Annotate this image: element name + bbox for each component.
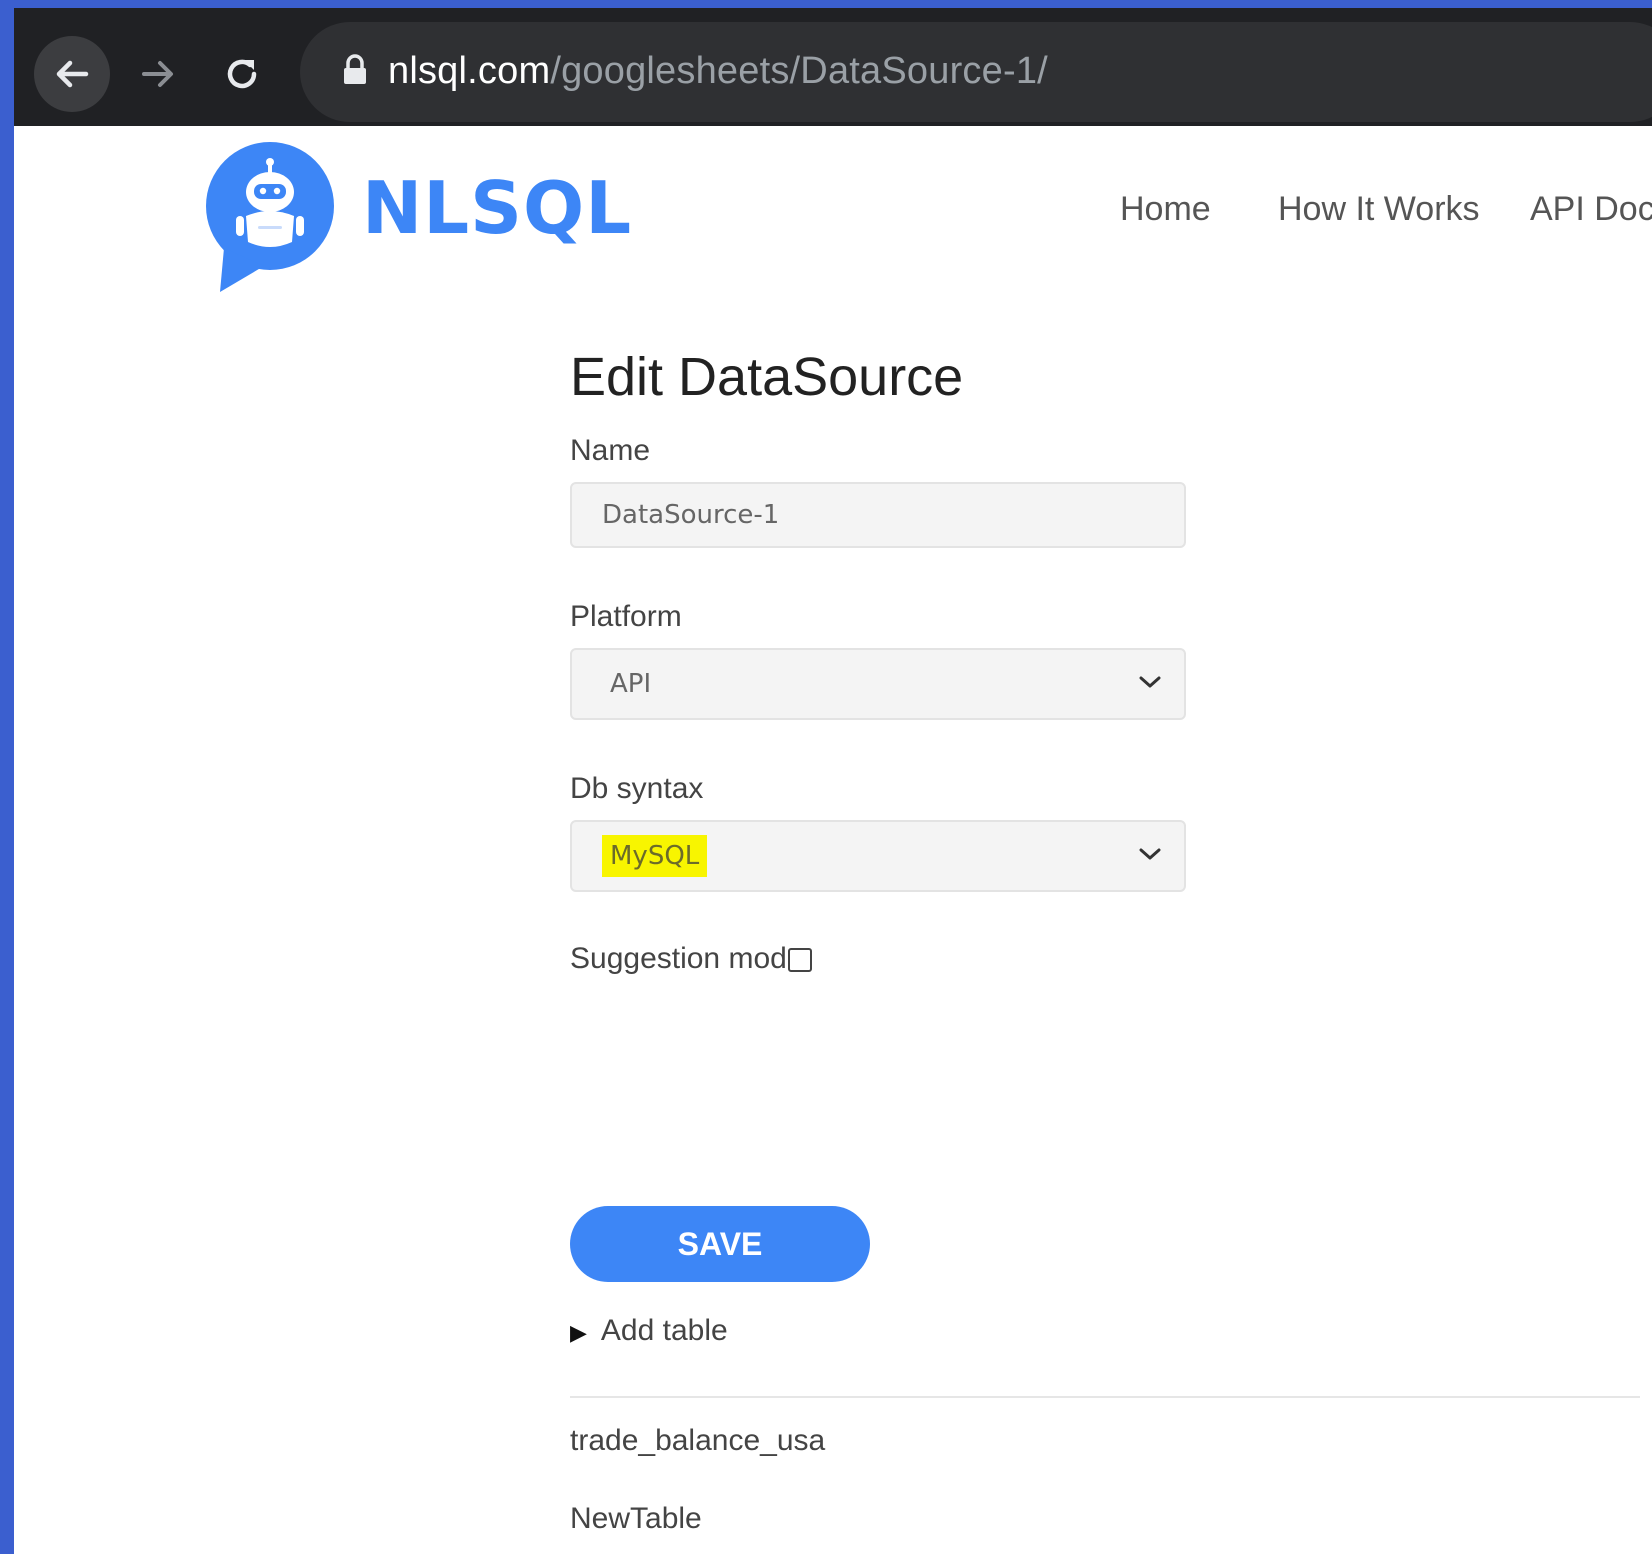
url-path: /googlesheets/DataSource-1/ bbox=[550, 50, 1048, 92]
reload-button[interactable] bbox=[204, 36, 280, 112]
url-host: nlsql.com bbox=[388, 50, 551, 92]
reload-icon bbox=[227, 59, 257, 89]
back-button[interactable] bbox=[34, 36, 110, 112]
chevron-down-icon bbox=[1139, 676, 1161, 688]
window-frame bbox=[0, 0, 1652, 8]
table-item-trade-balance-usa[interactable]: trade_balance_usa bbox=[570, 1424, 825, 1458]
db-syntax-select[interactable]: MySQL bbox=[570, 820, 1186, 892]
chevron-down-icon bbox=[1139, 848, 1161, 860]
name-label: Name bbox=[570, 434, 651, 467]
triangle-right-icon: ▶ bbox=[570, 1320, 587, 1345]
db-syntax-label: Db syntax bbox=[570, 772, 704, 805]
db-syntax-selected-value: MySQL bbox=[602, 835, 708, 877]
lock-icon bbox=[344, 54, 366, 84]
nav-how-it-works-link[interactable]: How It Works bbox=[1278, 190, 1480, 229]
divider bbox=[570, 1396, 1640, 1398]
platform-label: Platform bbox=[570, 600, 682, 633]
nav-home-link[interactable]: Home bbox=[1120, 190, 1211, 229]
browser-toolbar: nlsql.com/googlesheets/DataSource-1/ bbox=[14, 8, 1652, 126]
add-table-toggle[interactable]: ▶ Add table bbox=[570, 1314, 728, 1348]
page-content: NLSQL Home How It Works API Docu Edit Da… bbox=[14, 126, 1652, 1554]
name-input[interactable] bbox=[570, 482, 1186, 548]
add-table-label: Add table bbox=[600, 1314, 728, 1347]
page-title: Edit DataSource bbox=[570, 347, 964, 407]
suggestion-mode-checkbox[interactable] bbox=[788, 948, 812, 972]
url-text: nlsql.com/googlesheets/DataSource-1/ bbox=[388, 50, 1048, 93]
arrow-left-icon bbox=[56, 60, 89, 88]
table-item-newtable[interactable]: NewTable bbox=[570, 1502, 702, 1536]
suggestion-mode-label: Suggestion mode bbox=[570, 942, 804, 975]
forward-button[interactable] bbox=[120, 36, 196, 112]
nav-api-docs-link[interactable]: API Docu bbox=[1530, 190, 1652, 229]
address-bar[interactable]: nlsql.com/googlesheets/DataSource-1/ bbox=[300, 22, 1652, 122]
arrow-right-icon bbox=[142, 61, 173, 87]
brand-name[interactable]: NLSQL bbox=[362, 166, 632, 250]
save-button[interactable]: SAVE bbox=[570, 1206, 870, 1282]
platform-selected-value: API bbox=[610, 669, 652, 699]
platform-select[interactable]: API bbox=[570, 648, 1186, 720]
robot-logo-icon[interactable] bbox=[200, 142, 350, 294]
